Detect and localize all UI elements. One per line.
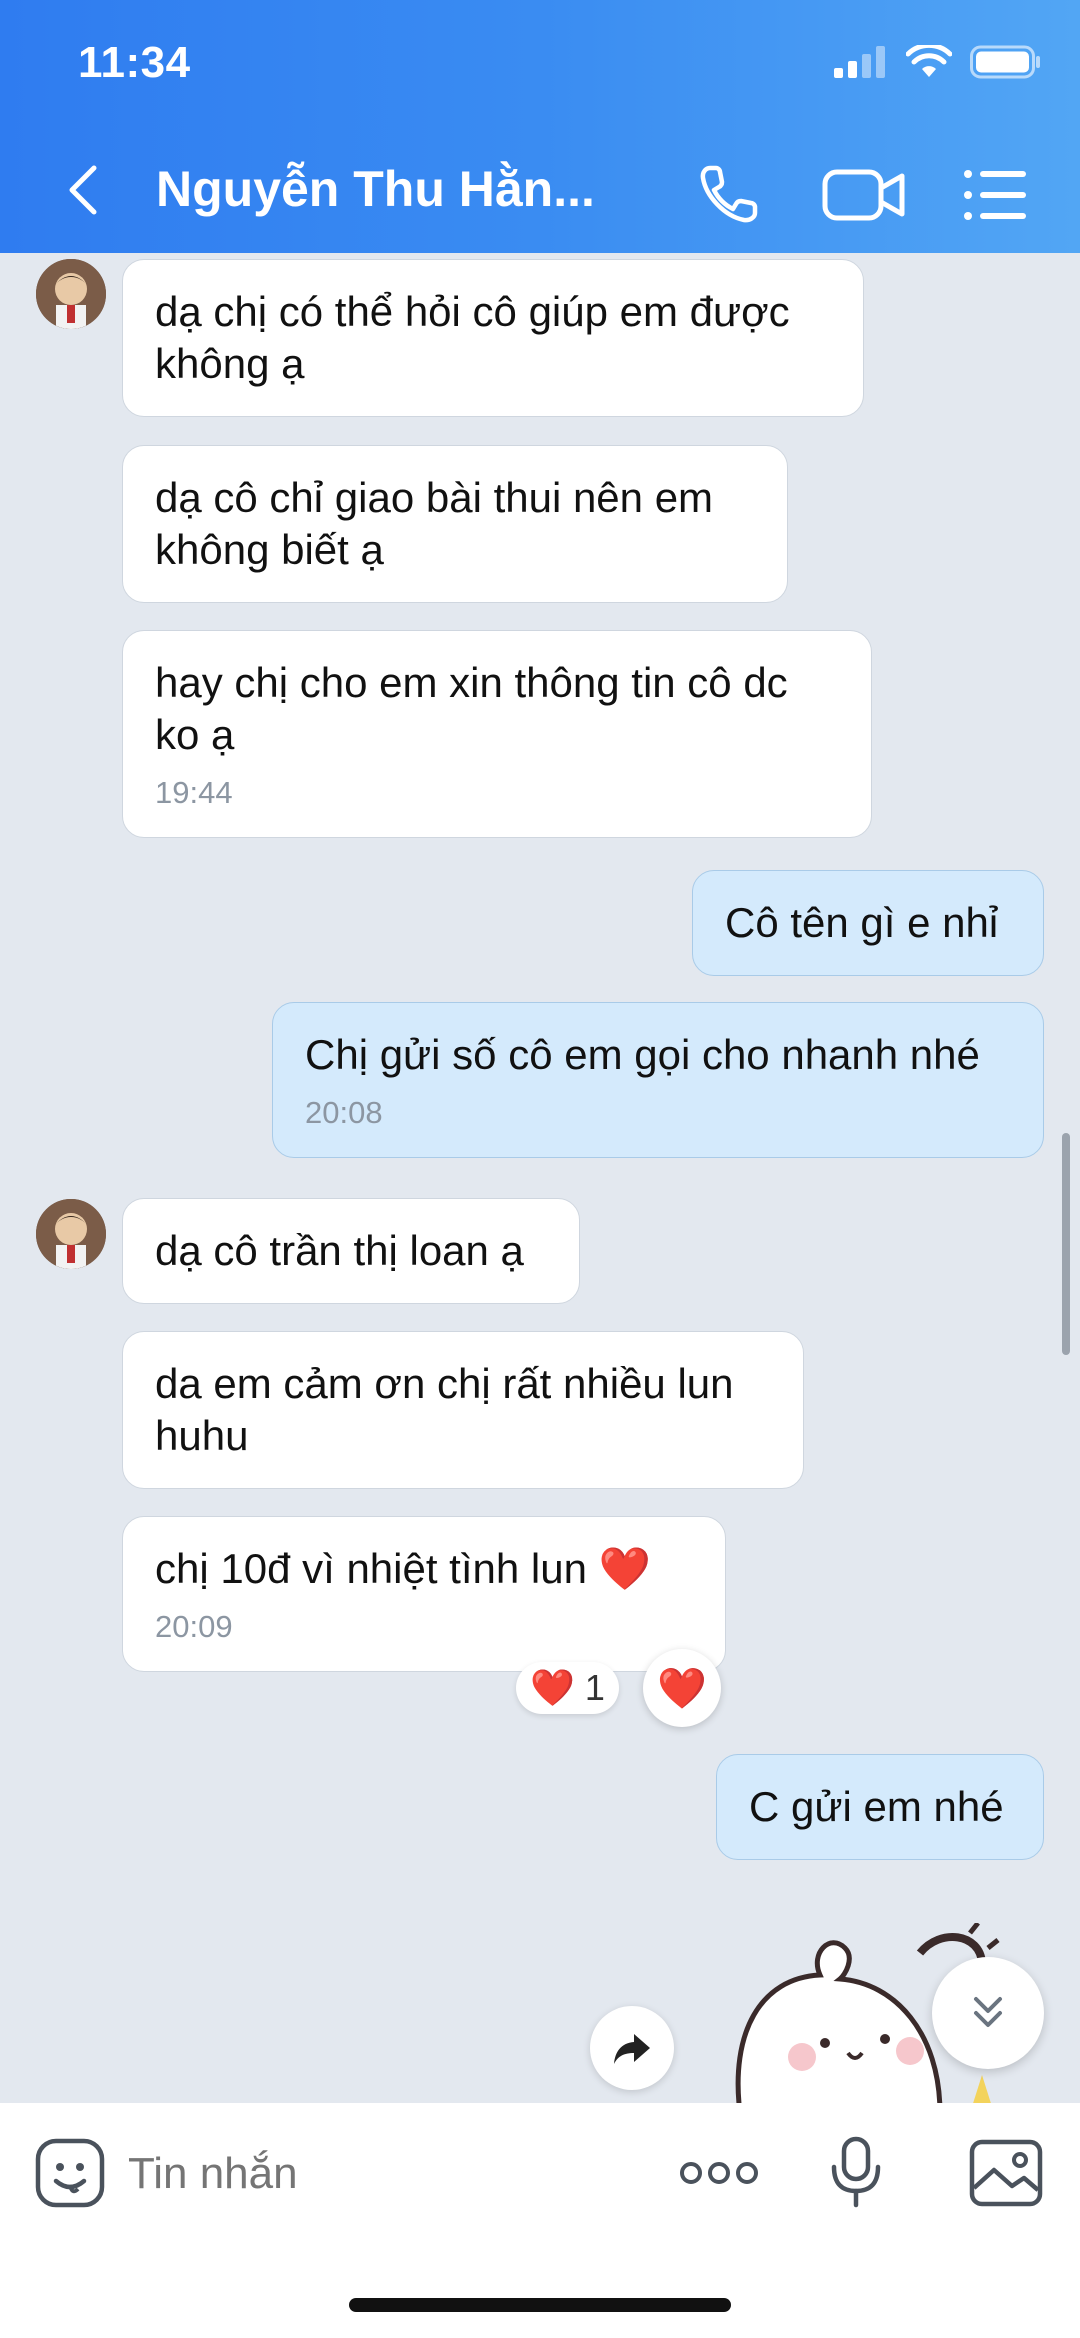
avatar-image (36, 1199, 106, 1269)
microphone-icon (831, 2136, 881, 2208)
more-options-button[interactable] (676, 2133, 762, 2213)
wifi-icon (906, 45, 952, 77)
message-bubble-outgoing[interactable]: C gửi em nhé (716, 1754, 1044, 1860)
message-text: hay chị cho em xin thông tin cô dc ko ạ (155, 659, 788, 758)
sticker-button[interactable] (30, 2133, 110, 2213)
reaction-emoji: ❤️ (530, 1667, 575, 1708)
message-text: C gửi em nhé (749, 1783, 1004, 1830)
message-input[interactable] (126, 2137, 650, 2211)
message-time: 20:09 (155, 1609, 233, 1644)
message-text: dạ cô trần thị loan ạ (155, 1227, 524, 1274)
message-time: 20:08 (305, 1095, 383, 1130)
reaction-count-chip[interactable]: ❤️ 1 (516, 1662, 619, 1714)
reaction-count: 1 (584, 1667, 605, 1708)
battery-icon (970, 45, 1040, 79)
home-indicator[interactable] (349, 2298, 731, 2312)
message-bubble-incoming[interactable]: dạ cô chỉ giao bài thui nên em không biế… (122, 445, 788, 603)
message-bubble-outgoing[interactable]: Chị gửi số cô em gọi cho nhanh nhé 20:08 (272, 1002, 1044, 1158)
menu-list-icon (964, 170, 1026, 220)
contact-avatar[interactable] (34, 257, 108, 331)
message-bubble-incoming[interactable]: dạ cô trần thị loan ạ (122, 1198, 580, 1304)
heart-icon: ❤️ (657, 1666, 707, 1711)
message-text: Cô tên gì e nhỉ (725, 899, 999, 946)
sticker-icon (35, 2138, 105, 2208)
message-text: dạ chị có thể hỏi cô giúp em được không … (155, 288, 790, 387)
video-call-icon (822, 169, 905, 221)
message-text: dạ cô chỉ giao bài thui nên em không biế… (155, 474, 714, 573)
voice-call-button[interactable] (694, 160, 764, 230)
forward-button[interactable] (590, 2006, 674, 2090)
status-time: 11:34 (78, 38, 191, 87)
react-heart-button[interactable]: ❤️ (643, 1649, 721, 1727)
message-text: da em cảm ơn chị rất nhiều lun huhu (155, 1360, 734, 1459)
message-time: 19:44 (155, 775, 233, 810)
status-icons (834, 42, 1042, 82)
avatar-image (36, 259, 106, 329)
message-text: chị 10đ vì nhiệt tình lun ❤️ (155, 1545, 651, 1592)
forward-arrow-icon (614, 2034, 650, 2064)
more-dots-icon (680, 2162, 758, 2184)
chat-options-button[interactable] (960, 160, 1030, 230)
back-chevron-icon (69, 165, 97, 215)
message-text: Chị gửi số cô em gọi cho nhanh nhé (305, 1031, 980, 1078)
message-bubble-incoming[interactable]: dạ chị có thể hỏi cô giúp em được không … (122, 259, 864, 417)
phone-icon (700, 165, 758, 223)
chat-header: 11:34 Nguyễn Thu Hằn... (0, 0, 1080, 253)
contact-avatar[interactable] (34, 1197, 108, 1271)
image-gallery-icon (969, 2139, 1043, 2207)
message-bubble-outgoing[interactable]: Cô tên gì e nhỉ (692, 870, 1044, 976)
double-chevron-down-icon (974, 1997, 1002, 2027)
scroll-to-bottom-button[interactable] (932, 1957, 1044, 2069)
gallery-button[interactable] (966, 2133, 1046, 2213)
cellular-signal-icon (834, 46, 885, 78)
back-button[interactable] (60, 160, 110, 220)
voice-message-button[interactable] (816, 2133, 896, 2213)
message-list[interactable]: dạ chị có thể hỏi cô giúp em được không … (0, 253, 1080, 2103)
scrollbar[interactable] (1062, 1133, 1070, 1355)
video-call-button[interactable] (820, 160, 910, 230)
contact-name[interactable]: Nguyễn Thu Hằn... (156, 160, 595, 218)
message-bubble-incoming[interactable]: da em cảm ơn chị rất nhiều lun huhu (122, 1331, 804, 1489)
message-bubble-incoming[interactable]: chị 10đ vì nhiệt tình lun ❤️ 20:09 (122, 1516, 726, 1672)
message-bubble-incoming[interactable]: hay chị cho em xin thông tin cô dc ko ạ … (122, 630, 872, 838)
